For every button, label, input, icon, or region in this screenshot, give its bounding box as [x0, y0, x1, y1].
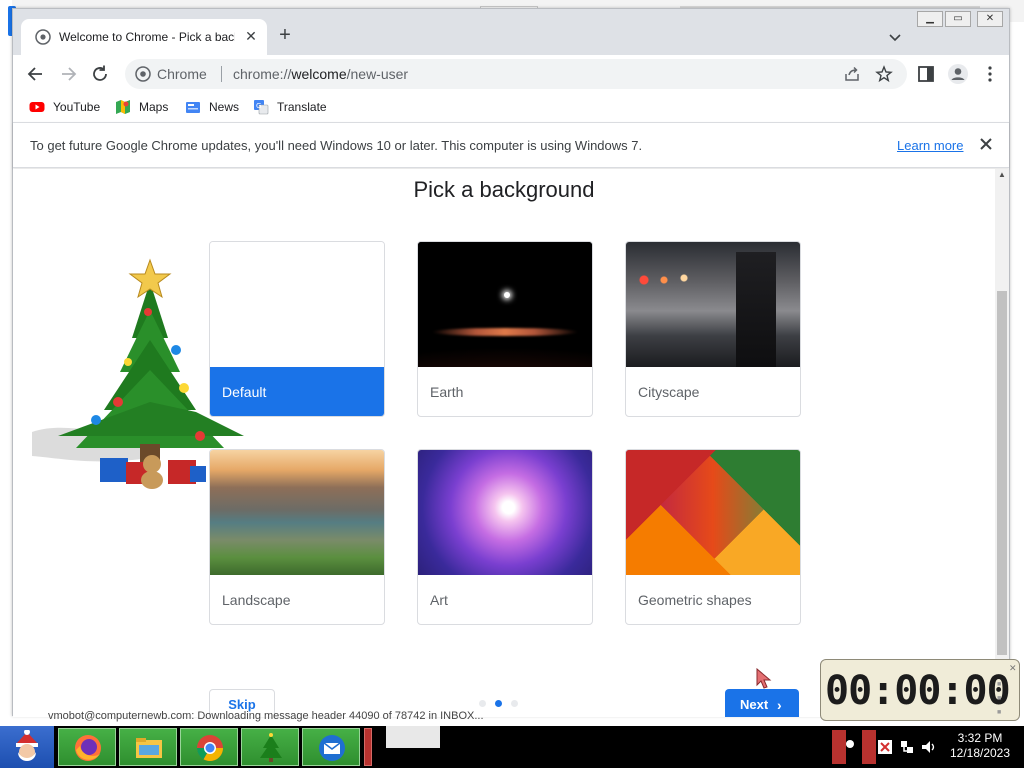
volume-icon[interactable]: [920, 738, 938, 756]
reload-icon[interactable]: [89, 63, 111, 85]
omnibox-chip: Chrome: [157, 66, 207, 82]
action-center-flag-icon[interactable]: [876, 738, 894, 756]
firefox-icon: [75, 735, 101, 761]
page-title: Pick a background: [413, 177, 595, 202]
address-bar[interactable]: Chrome chrome://welcome/new-user: [125, 59, 907, 89]
bookmark-label: News: [209, 100, 240, 114]
learn-more-link[interactable]: Learn more: [897, 138, 963, 153]
taskbar-chrome[interactable]: [180, 728, 238, 766]
step-dot-3: [511, 700, 518, 707]
tab-search-chevron-icon[interactable]: [887, 29, 903, 45]
omnibox-separator: [221, 66, 222, 82]
scroll-thumb[interactable]: [997, 291, 1007, 655]
maps-icon: [116, 100, 130, 114]
taskbar-firefox[interactable]: [58, 728, 116, 766]
step-dot-2-active: [495, 700, 502, 707]
new-tab-plus-icon[interactable]: +: [275, 25, 295, 45]
chrome-logo-icon: [135, 66, 151, 82]
tray-red-marker-2: [862, 730, 876, 764]
next-button-label: Next: [740, 697, 769, 712]
step-indicator: [479, 699, 523, 709]
url-text[interactable]: chrome://welcome/new-user: [233, 66, 408, 82]
bookmark-label: Translate: [277, 100, 327, 114]
card-label: Geometric shapes: [638, 592, 752, 608]
svg-text:G: G: [256, 102, 261, 110]
timer-side-buttons-icon[interactable]: ■ ■ ■: [997, 678, 1001, 720]
side-panel-icon[interactable]: [915, 63, 937, 85]
stopwatch-widget[interactable]: ✕ 00:00:00 ■ ■ ■: [820, 659, 1020, 721]
news-icon: [186, 102, 200, 113]
card-label: Art: [430, 592, 448, 608]
chrome-icon: [196, 735, 224, 762]
tab-strip: Welcome to Chrome - Pick a background ✕ …: [13, 9, 1009, 55]
infobar-message: To get future Google Chrome updates, you…: [30, 138, 643, 153]
window-controls: ▁ ▭ ✕: [917, 9, 1009, 31]
back-arrow-icon[interactable]: [25, 63, 47, 85]
clock-time: 3:32 PM: [957, 731, 1003, 745]
mouse-cursor-icon: [756, 668, 772, 689]
translate-icon: G: [254, 100, 269, 115]
profile-avatar-icon[interactable]: [947, 63, 969, 85]
art-image: [418, 450, 592, 575]
timer-close-icon[interactable]: ✕: [1009, 663, 1017, 674]
taskbar-file-explorer[interactable]: [119, 728, 177, 766]
background-card-art[interactable]: Art: [417, 449, 593, 625]
bookmark-label: YouTube: [53, 100, 101, 114]
forward-arrow-icon[interactable]: [57, 63, 79, 85]
infobar-close-icon[interactable]: [977, 135, 995, 153]
card-label: Landscape: [222, 592, 291, 608]
card-label: Cityscape: [638, 384, 700, 400]
share-icon[interactable]: [843, 65, 861, 83]
cityscape-image: [626, 242, 800, 367]
bookmarks-bar: YouTube Maps News G Translate: [13, 93, 1009, 121]
tab-title: Welcome to Chrome - Pick a background: [59, 30, 235, 44]
tray-dot-icon[interactable]: [846, 740, 854, 748]
thunderbird-icon: [319, 735, 345, 761]
earth-image: [418, 242, 592, 367]
bookmark-star-icon[interactable]: [875, 65, 893, 83]
background-card-geometric-shapes[interactable]: Geometric shapes: [625, 449, 801, 625]
network-icon[interactable]: [898, 738, 916, 756]
taskbar: 3:32 PM 12/18/2023: [0, 726, 1024, 768]
background-card-cityscape[interactable]: Cityscape: [625, 241, 801, 417]
chevron-right-icon: ›: [777, 697, 782, 713]
folder-icon: [136, 738, 162, 758]
card-label: Earth: [430, 384, 464, 400]
background-card-earth[interactable]: Earth: [417, 241, 593, 417]
next-button[interactable]: Next ›: [725, 689, 799, 717]
desktop-left-strip: [0, 0, 16, 726]
taskbar-thunderbird[interactable]: [302, 728, 360, 766]
taskbar-divider: [364, 728, 372, 766]
taskbar-blank-button[interactable]: [386, 726, 440, 748]
taskbar-clock[interactable]: 3:32 PM 12/18/2023: [938, 731, 1022, 761]
step-dot-1: [479, 700, 486, 707]
tray-red-marker: [832, 730, 846, 764]
tab-welcome[interactable]: Welcome to Chrome - Pick a background ✕: [21, 19, 267, 55]
taskbar-xmas-tree-app[interactable]: [241, 728, 299, 766]
youtube-icon: [29, 102, 45, 112]
start-button[interactable]: [0, 726, 54, 768]
minimize-button[interactable]: ▁: [917, 11, 943, 27]
scroll-up-arrow-icon[interactable]: ▲: [998, 171, 1006, 179]
close-window-button[interactable]: ✕: [977, 11, 1003, 27]
tab-close-icon[interactable]: ✕: [243, 28, 259, 44]
status-message: vmobot@computernewb.com: Downloading mes…: [48, 710, 484, 722]
christmas-tree-overlay: [32, 258, 244, 489]
globe-icon: [35, 29, 51, 45]
menu-kebab-icon[interactable]: [979, 63, 1001, 85]
maximize-button[interactable]: ▭: [945, 11, 971, 27]
santa-start-icon: [16, 730, 38, 761]
christmas-tree-icon: [260, 733, 282, 762]
bookmark-label: Maps: [139, 100, 169, 114]
os-update-infobar: To get future Google Chrome updates, you…: [13, 122, 1009, 168]
clock-date: 12/18/2023: [949, 746, 1011, 760]
page-scrollbar[interactable]: ▲: [995, 169, 1009, 717]
browser-toolbar: Chrome chrome://welcome/new-user: [13, 55, 1009, 93]
geometric-shapes-image: [626, 450, 800, 575]
timer-display: 00:00:00: [825, 668, 1011, 714]
